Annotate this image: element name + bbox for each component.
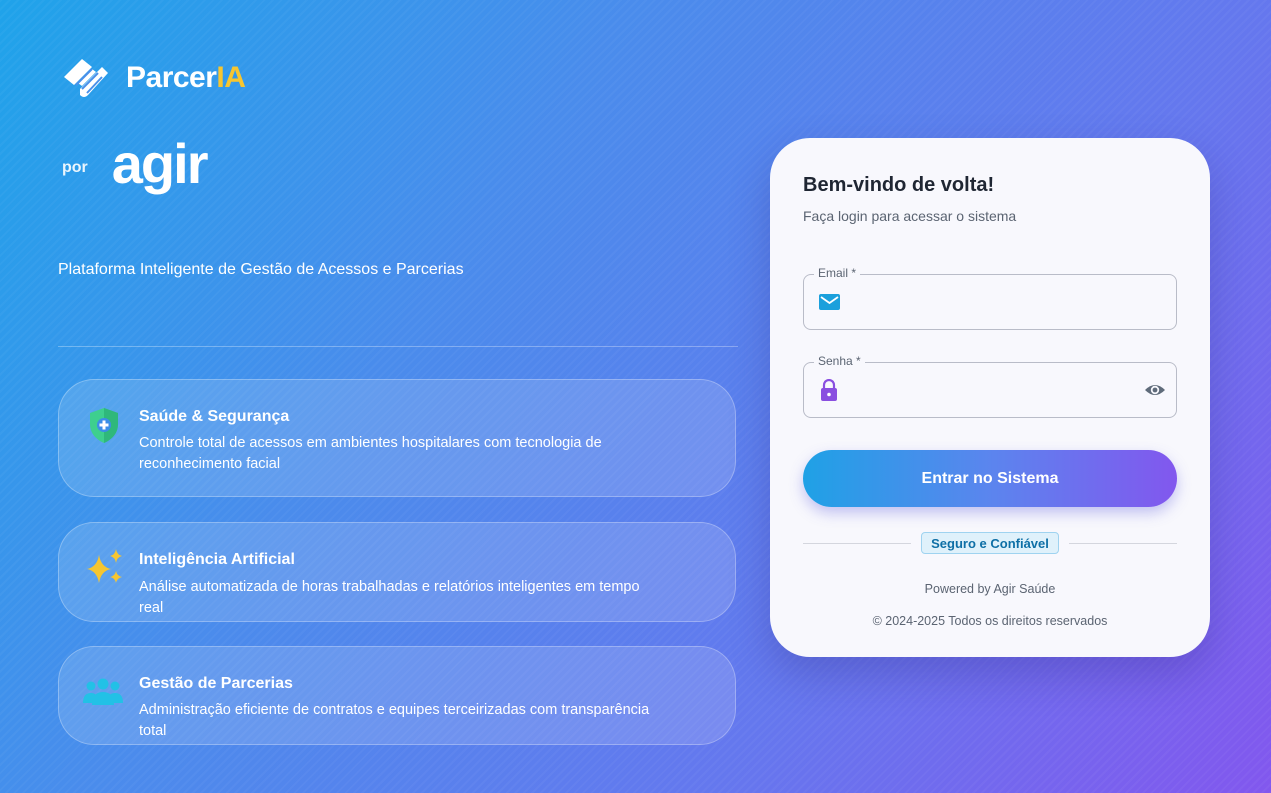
shield-plus-icon [90, 408, 118, 443]
feature-title: Inteligência Artificial [139, 551, 295, 568]
powered-by-text: Powered by Agir Saúde [924, 582, 1056, 596]
password-field[interactable]: Senha * [803, 354, 1177, 418]
lock-icon [821, 379, 837, 401]
feature-card-ai: Inteligência Artificial Análise automati… [58, 522, 736, 622]
feature-description: Análise automatizada de horas trabalhada… [139, 579, 640, 616]
login-submit-button[interactable]: Entrar no Sistema [803, 450, 1177, 507]
byline: por agir [62, 136, 208, 196]
handshake-logo-icon [64, 59, 108, 97]
partner-logo: agir [111, 132, 209, 195]
feature-title: Saúde & Segurança [139, 408, 290, 425]
feature-card-health-security: Saúde & Segurança Controle total de aces… [58, 379, 736, 497]
email-icon [819, 294, 840, 310]
login-card: Bem-vindo de volta! Faça login para aces… [770, 138, 1210, 657]
people-group-icon [83, 678, 123, 705]
secure-badge: Seguro e Confiável [921, 532, 1059, 554]
tagline: Plataforma Inteligente de Gestão de Aces… [58, 261, 464, 278]
brand-name: ParcerIA [126, 61, 246, 95]
password-input[interactable] [850, 373, 1144, 409]
feature-description: Administração eficiente de contratos e e… [139, 702, 650, 739]
divider-right [1069, 543, 1177, 544]
email-label: Email * [814, 266, 861, 280]
eye-icon[interactable] [1144, 379, 1166, 401]
feature-title: Gestão de Parcerias [139, 675, 293, 692]
byline-prefix: por [62, 159, 88, 176]
divider [58, 346, 738, 347]
login-subtitle: Faça login para acessar o sistema [803, 208, 1017, 224]
email-field[interactable]: Email * [803, 266, 1177, 330]
login-title: Bem-vindo de volta! [803, 174, 995, 196]
email-input[interactable] [850, 285, 1144, 321]
divider-left [803, 543, 911, 544]
password-label: Senha * [814, 354, 865, 368]
brand-header: ParcerIA [62, 55, 246, 101]
login-page: ParcerIA por agir Plataforma Inteligente… [0, 0, 1271, 793]
brand-name-main: Parcer [126, 61, 217, 94]
brand-name-accent: IA [216, 61, 246, 94]
feature-card-partnerships: Gestão de Parcerias Administração eficie… [58, 646, 736, 745]
feature-description: Controle total de acessos em ambientes h… [139, 435, 602, 472]
secure-row: Seguro e Confiável [803, 532, 1177, 556]
sparkles-icon [87, 549, 122, 583]
copyright-text: © 2024-2025 Todos os direitos reservados [872, 614, 1108, 628]
